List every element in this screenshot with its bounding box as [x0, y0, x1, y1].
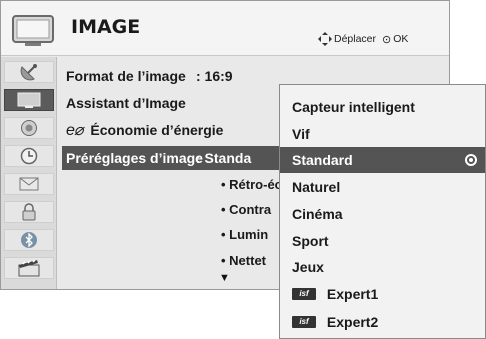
- menu-item-picture-wizard[interactable]: Assistant d’Image: [66, 91, 186, 115]
- sidebar-item-setup[interactable]: [4, 61, 54, 83]
- energy-saving-label: Économie d’énergie: [90, 122, 224, 138]
- option-label: Expert1: [326, 286, 379, 302]
- option-label: Expert2: [326, 314, 379, 330]
- envelope-icon: [19, 177, 39, 191]
- aspect-ratio-label: Format de l’image: [66, 68, 186, 84]
- isf-logo-icon: isf: [292, 288, 316, 301]
- satellite-dish-icon: [20, 64, 37, 81]
- option-label: Vif: [292, 126, 310, 142]
- clock-icon: [20, 147, 38, 165]
- isf-logo-icon: isf: [292, 316, 316, 329]
- menu-item-energy-saving[interactable]: e⌀ Économie d’énergie: [66, 118, 223, 142]
- menu-item-aspect-ratio[interactable]: Format de l’image : 16:9: [66, 64, 233, 88]
- scroll-down-icon[interactable]: ▼: [219, 272, 230, 284]
- lock-icon: [22, 203, 36, 221]
- sidebar-item-lock[interactable]: [4, 201, 54, 223]
- picture-mode-label: Préréglages d’image: [66, 150, 203, 166]
- sub-item-contrast[interactable]: • Contra: [221, 200, 271, 220]
- ok-button-icon: ⊙: [382, 33, 392, 46]
- category-sidebar: [1, 57, 57, 289]
- navigation-hint: Déplacer ⊙ OK: [318, 32, 408, 46]
- sub-item-brightness[interactable]: • Lumin: [221, 225, 268, 245]
- option-label: Capteur intelligent: [292, 99, 415, 115]
- option-label: Sport: [292, 233, 329, 249]
- picture-wizard-label: Assistant d’Image: [66, 95, 186, 111]
- sidebar-item-option[interactable]: [4, 173, 54, 195]
- sidebar-item-media[interactable]: [4, 257, 54, 279]
- option-label: Naturel: [292, 179, 341, 195]
- sub-item-backlight[interactable]: • Rétro-éc: [221, 175, 282, 195]
- speaker-icon: [21, 120, 37, 136]
- option-sport[interactable]: Sport: [280, 228, 485, 254]
- ok-hint-label: OK: [393, 33, 409, 45]
- sidebar-item-time[interactable]: [4, 145, 54, 167]
- option-expert2[interactable]: isf Expert2: [280, 309, 485, 335]
- picture-icon: [17, 92, 41, 108]
- picture-mode-value: : Standa: [196, 150, 252, 166]
- four-way-arrows-icon: [318, 32, 332, 46]
- film-icon: [18, 259, 40, 277]
- page-title: IMAGE: [71, 16, 141, 38]
- aspect-ratio-value: : 16:9: [196, 68, 233, 84]
- option-vivid[interactable]: Vif: [280, 121, 485, 147]
- selected-radio-icon: [465, 154, 477, 166]
- bluetooth-icon: [21, 232, 37, 248]
- option-label: Jeux: [292, 259, 324, 275]
- option-label: Standard: [292, 152, 353, 168]
- sub-item-sharpness[interactable]: • Nettet: [221, 251, 266, 271]
- move-hint-label: Déplacer: [334, 33, 377, 45]
- tv-screen-icon: [12, 15, 54, 46]
- option-cinema[interactable]: Cinéma: [280, 201, 485, 227]
- option-label: Cinéma: [292, 206, 343, 222]
- sidebar-item-picture[interactable]: [4, 89, 54, 111]
- sidebar-item-audio[interactable]: [4, 117, 54, 139]
- osd-header: IMAGE Déplacer ⊙ OK: [1, 1, 449, 56]
- option-expert1[interactable]: isf Expert1: [280, 281, 485, 307]
- energy-saving-icon: e⌀: [66, 122, 84, 139]
- option-game[interactable]: Jeux: [280, 254, 485, 280]
- sidebar-item-bluetooth[interactable]: [4, 229, 54, 251]
- option-natural[interactable]: Naturel: [280, 174, 485, 200]
- option-intelligent-sensor[interactable]: Capteur intelligent: [280, 94, 485, 120]
- option-standard[interactable]: Standard: [280, 147, 485, 173]
- picture-mode-dropdown: Capteur intelligent Vif Standard Naturel…: [279, 84, 486, 339]
